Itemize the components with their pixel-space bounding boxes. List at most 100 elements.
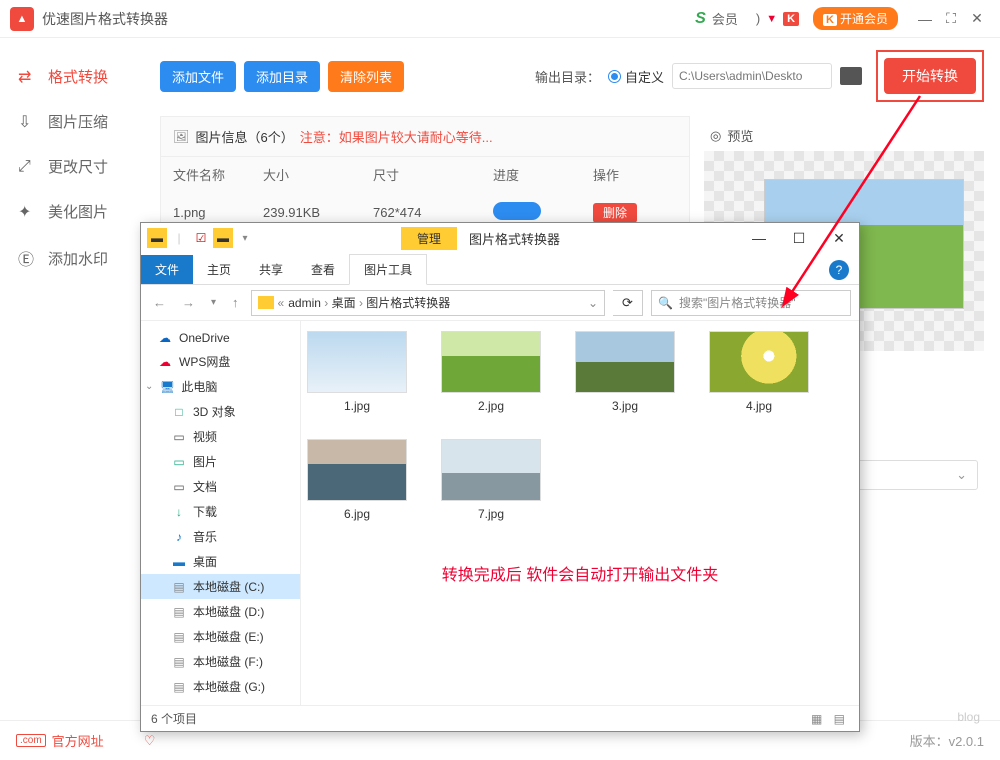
ribbon-share-tab[interactable]: 共享: [245, 255, 297, 284]
tree-icon: ▬: [171, 555, 187, 569]
thumb-image: [307, 439, 407, 501]
user-id: ): [756, 11, 760, 26]
refresh-button[interactable]: ⟳: [613, 290, 643, 316]
footer-heart-icon: ♡: [144, 733, 156, 749]
tree-label: 此电脑: [181, 378, 217, 395]
file-thumb[interactable]: 6.jpg: [307, 439, 407, 521]
sidebar-item-2[interactable]: ⤢更改尺寸: [0, 144, 160, 189]
nav-forward-icon[interactable]: →: [178, 295, 199, 310]
explorer-window: ▬ | ☑ ▬ ▾ 管理 图片格式转换器 — ☐ ✕ 文件 主页 共享 查看 图…: [140, 222, 860, 732]
qat-open-icon[interactable]: ▬: [213, 228, 233, 248]
user-label[interactable]: 会员: [712, 9, 738, 28]
ribbon-file-tab[interactable]: 文件: [141, 255, 193, 284]
custom-radio[interactable]: 自定义: [608, 67, 664, 86]
close-button[interactable]: ✕: [964, 10, 990, 27]
tree-node[interactable]: ▭图片: [141, 449, 300, 474]
tree-node[interactable]: ▤本地磁盘 (F:): [141, 649, 300, 674]
tree-icon: ▤: [171, 580, 187, 594]
nav-history-icon[interactable]: ▾: [207, 297, 220, 308]
sidebar-item-0[interactable]: ⇄格式转换: [0, 54, 160, 99]
file-thumb[interactable]: 1.jpg: [307, 331, 407, 413]
sidebar-item-label: 美化图片: [48, 201, 108, 222]
thumb-label: 4.jpg: [709, 399, 809, 413]
delete-button[interactable]: 删除: [593, 203, 637, 223]
explorer-maximize-button[interactable]: ☐: [779, 230, 819, 247]
explorer-search-input[interactable]: 🔍 搜索"图片格式转换器": [651, 290, 851, 316]
nav-up-icon[interactable]: ↑: [228, 295, 243, 310]
tree-label: 本地磁盘 (D:): [193, 603, 264, 620]
qat-overflow-icon[interactable]: ▾: [235, 228, 255, 248]
qat-sep: |: [169, 228, 189, 248]
tree-node[interactable]: ▤本地磁盘 (E:): [141, 624, 300, 649]
start-convert-button[interactable]: 开始转换: [884, 58, 976, 94]
tree-node[interactable]: ▤本地磁盘 (G:): [141, 674, 300, 699]
view-mode-buttons[interactable]: ▦ ▤: [811, 712, 849, 726]
tree-node[interactable]: ↓下载: [141, 499, 300, 524]
qat-check-icon[interactable]: ☑: [191, 228, 211, 248]
add-file-button[interactable]: 添加文件: [160, 61, 236, 92]
nav-back-icon[interactable]: ←: [149, 295, 170, 310]
ribbon-pictools-tab[interactable]: 图片工具: [349, 254, 427, 285]
thumb-label: 3.jpg: [575, 399, 675, 413]
app-title: 优速图片格式转换器: [42, 9, 168, 29]
col-name: 文件名称: [173, 165, 263, 184]
qat-folder-icon[interactable]: ▬: [147, 228, 167, 248]
explorer-minimize-button[interactable]: —: [739, 230, 779, 247]
thumb-image: [441, 331, 541, 393]
tree-node[interactable]: ⌄🖥此电脑: [141, 374, 300, 399]
tree-node[interactable]: ▬ 桌面: [141, 549, 300, 574]
file-thumb[interactable]: 3.jpg: [575, 331, 675, 413]
search-placeholder: 搜索"图片格式转换器": [679, 294, 796, 311]
tree-node[interactable]: ▤ 本地磁盘 (C:): [141, 574, 300, 599]
ribbon-view-tab[interactable]: 查看: [297, 255, 349, 284]
sidebar-item-4[interactable]: Ⓔ添加水印: [0, 234, 160, 282]
folder-icon[interactable]: [840, 67, 862, 85]
sidebar-item-3[interactable]: ✦美化图片: [0, 189, 160, 234]
help-icon[interactable]: ?: [829, 260, 849, 280]
breadcrumb-seg[interactable]: 图片格式转换器: [366, 296, 450, 310]
thumb-image: [575, 331, 675, 393]
tree-icon: ▤: [171, 630, 187, 644]
thumb-image: [709, 331, 809, 393]
manage-tab[interactable]: 管理: [401, 227, 457, 250]
tree-label: 图片: [193, 453, 217, 470]
breadcrumb[interactable]: « admin › 桌面 › 图片格式转换器 ⌄: [251, 290, 605, 316]
explorer-close-button[interactable]: ✕: [819, 230, 859, 247]
tree-node[interactable]: ☁WPS网盘: [141, 349, 300, 374]
ribbon-home-tab[interactable]: 主页: [193, 255, 245, 284]
maximize-button[interactable]: ⛶: [938, 10, 964, 27]
radio-dot-icon: [608, 70, 621, 83]
tree-label: 桌面: [193, 553, 217, 570]
file-thumb[interactable]: 4.jpg: [709, 331, 809, 413]
add-dir-button[interactable]: 添加目录: [244, 61, 320, 92]
dropdown-icon[interactable]: ▼: [766, 13, 777, 25]
tree-node[interactable]: ▭视频: [141, 424, 300, 449]
official-site-link[interactable]: .com官方网址: [16, 731, 104, 750]
sidebar-item-1[interactable]: ⇩图片压缩: [0, 99, 160, 144]
tree-node[interactable]: ♪音乐: [141, 524, 300, 549]
vip-button[interactable]: K开通会员: [813, 7, 898, 30]
tree-label: OneDrive: [179, 331, 230, 345]
breadcrumb-sep: «: [278, 296, 285, 310]
tree-node[interactable]: □3D 对象: [141, 399, 300, 424]
file-thumb[interactable]: 2.jpg: [441, 331, 541, 413]
tree-label: 3D 对象: [193, 403, 236, 420]
tree-node[interactable]: ☁OneDrive: [141, 327, 300, 349]
tree-label: 本地磁盘 (C:): [193, 578, 264, 595]
output-dir-label: 输出目录：: [535, 67, 600, 86]
minimize-button[interactable]: —: [912, 11, 938, 27]
explorer-titlebar[interactable]: ▬ | ☑ ▬ ▾ 管理 图片格式转换器 — ☐ ✕: [141, 223, 859, 253]
explorer-statusbar: 6 个项目 ▦ ▤: [141, 705, 859, 731]
breadcrumb-drop-icon[interactable]: ⌄: [588, 296, 598, 310]
breadcrumb-seg[interactable]: admin: [288, 296, 321, 310]
clear-list-button[interactable]: 清除列表: [328, 61, 404, 92]
file-thumb[interactable]: 7.jpg: [441, 439, 541, 521]
tree-node[interactable]: ▭文档: [141, 474, 300, 499]
col-op: 操作: [593, 165, 653, 184]
breadcrumb-seg[interactable]: 桌面: [332, 296, 356, 310]
image-info-label: 图片信息（6个）: [196, 127, 294, 146]
output-path-input[interactable]: [672, 63, 832, 89]
tree-node[interactable]: ▤本地磁盘 (D:): [141, 599, 300, 624]
version-label: 版本：v2.0.1: [910, 731, 984, 750]
breadcrumb-folder-icon: [258, 296, 274, 309]
